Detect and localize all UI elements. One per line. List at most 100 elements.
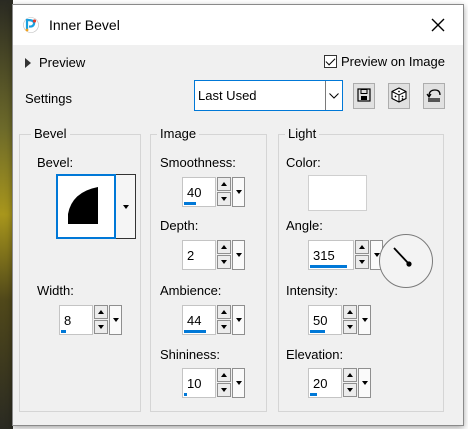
smoothness-value: 40 [187, 185, 202, 200]
arrow-up-icon [347, 310, 353, 314]
ambience-value: 44 [187, 313, 202, 328]
image-group-title: Image [157, 126, 200, 141]
angle-decrement-button[interactable] [355, 255, 369, 269]
depth-input[interactable]: 2 [182, 240, 216, 270]
intensity-level-bar [310, 330, 325, 333]
depth-increment-button[interactable] [217, 240, 231, 254]
dial-needle-icon [393, 247, 412, 267]
smoothness-spinner[interactable]: 40 [182, 177, 246, 207]
arrow-down-icon [221, 388, 227, 392]
arrow-down-icon [98, 325, 104, 329]
width-increment-button[interactable] [94, 305, 108, 319]
elevation-increment-button[interactable] [343, 368, 357, 382]
intensity-spinner[interactable]: 50 [308, 305, 372, 335]
depth-slider-dropdown[interactable] [232, 240, 245, 270]
randomize-button[interactable] [388, 83, 410, 109]
expand-arrow-icon [25, 57, 31, 68]
triangle-down-icon [235, 190, 242, 194]
bevel-shape-icon [68, 187, 98, 224]
smoothness-input[interactable]: 40 [182, 177, 216, 207]
arrow-down-icon [347, 325, 353, 329]
checkbox-checked-icon[interactable] [323, 55, 337, 68]
angle-input[interactable]: 315 [308, 240, 354, 270]
arrow-down-icon [221, 260, 227, 264]
depth-label: Depth: [160, 218, 199, 233]
elevation-decrement-button[interactable] [343, 383, 357, 397]
angle-dial[interactable] [379, 234, 433, 288]
angle-spinner[interactable]: 315 [308, 240, 384, 270]
ambience-increment-button[interactable] [217, 305, 231, 319]
arrow-up-icon [221, 182, 227, 186]
elevation-value: 20 [313, 376, 328, 391]
arrow-up-icon [359, 245, 365, 249]
triangle-down-icon [112, 318, 119, 322]
arrow-up-icon [221, 373, 227, 377]
preset-dropdown[interactable]: Last Used [194, 80, 343, 111]
shininess-decrement-button[interactable] [217, 383, 231, 397]
elevation-slider-dropdown[interactable] [358, 368, 371, 398]
ambience-input[interactable]: 44 [182, 305, 216, 335]
close-icon[interactable] [427, 14, 449, 36]
depth-decrement-button[interactable] [217, 255, 231, 269]
bevel-shape-swatch[interactable] [56, 174, 116, 239]
shininess-value: 10 [187, 376, 202, 391]
width-slider-dropdown[interactable] [109, 305, 122, 335]
arrow-down-icon [221, 325, 227, 329]
preview-on-image-label: Preview on Image [340, 54, 445, 69]
intensity-increment-button[interactable] [343, 305, 357, 319]
preset-value: Last Used [198, 88, 257, 103]
light-color-swatch[interactable] [308, 175, 367, 211]
depth-spinner[interactable]: 2 [182, 240, 246, 270]
width-value: 8 [64, 313, 72, 328]
window-title: Inner Bevel [49, 17, 120, 33]
angle-label: Angle: [286, 218, 323, 233]
reset-button[interactable] [423, 83, 445, 109]
arrow-up-icon [98, 310, 104, 314]
inner-bevel-dialog: Inner Bevel Preview Preview on Image Set… [12, 4, 464, 426]
randomize-icon [391, 86, 407, 106]
bevel-group-title: Bevel [31, 126, 70, 141]
arrow-down-icon [221, 197, 227, 201]
triangle-down-icon [361, 318, 368, 322]
preview-expander[interactable]: Preview [25, 55, 85, 70]
save-preset-button[interactable] [353, 83, 375, 109]
width-input[interactable]: 8 [59, 305, 93, 335]
ambience-level-bar [184, 330, 206, 333]
ambience-decrement-button[interactable] [217, 320, 231, 334]
shininess-slider-dropdown[interactable] [232, 368, 245, 398]
depth-value: 2 [187, 248, 195, 263]
triangle-down-icon [122, 204, 129, 209]
bevel-dropdown-button[interactable] [116, 174, 136, 239]
width-spinner[interactable]: 8 [59, 305, 123, 335]
arrow-up-icon [221, 245, 227, 249]
shininess-increment-button[interactable] [217, 368, 231, 382]
arrow-down-icon [359, 260, 365, 264]
elevation-input[interactable]: 20 [308, 368, 342, 398]
elevation-spinner[interactable]: 20 [308, 368, 372, 398]
light-group-title: Light [285, 126, 320, 141]
intensity-slider-dropdown[interactable] [358, 305, 371, 335]
angle-increment-button[interactable] [355, 240, 369, 254]
shininess-level-bar [184, 393, 187, 396]
chevron-down-icon[interactable] [325, 81, 342, 110]
width-label: Width: [37, 283, 74, 298]
triangle-down-icon [235, 253, 242, 257]
smoothness-increment-button[interactable] [217, 177, 231, 191]
shininess-input[interactable]: 10 [182, 368, 216, 398]
ambience-slider-dropdown[interactable] [232, 305, 245, 335]
triangle-down-icon [361, 381, 368, 385]
ambience-label: Ambience: [160, 283, 222, 298]
shininess-label: Shininess: [160, 347, 220, 362]
shininess-spinner[interactable]: 10 [182, 368, 246, 398]
smoothness-slider-dropdown[interactable] [232, 177, 245, 207]
smoothness-decrement-button[interactable] [217, 192, 231, 206]
width-decrement-button[interactable] [94, 320, 108, 334]
preview-on-image-checkbox[interactable]: Preview on Image [323, 54, 445, 69]
reset-icon [426, 88, 442, 105]
intensity-input[interactable]: 50 [308, 305, 342, 335]
intensity-decrement-button[interactable] [343, 320, 357, 334]
ambience-spinner[interactable]: 44 [182, 305, 246, 335]
angle-value: 315 [313, 248, 335, 263]
save-icon [357, 87, 371, 105]
smoothness-level-bar [184, 202, 196, 205]
